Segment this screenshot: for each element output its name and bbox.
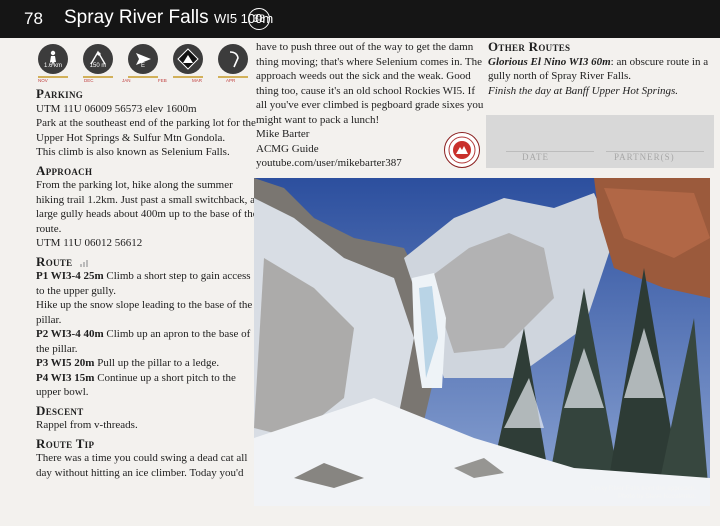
left-column: Parking UTM 11U 06009 56573 elev 1600m P… [36, 86, 258, 480]
route-photo: Spray River Falls from the approach. Pho… [254, 178, 710, 506]
month-label: NOV [38, 78, 48, 83]
date-label: DATE [522, 152, 549, 162]
page-number: 78 [24, 9, 43, 28]
descent-heading: Descent [36, 402, 84, 418]
signal-icon [79, 260, 88, 268]
route-title: Spray River Falls WI5 100m [64, 7, 273, 29]
approach-time-icon: 1.6 km [38, 44, 68, 74]
parking-alias: This climb is also known as Selenium Fal… [36, 146, 230, 158]
parking-utm: UTM 11U 06009 56573 elev 1600m [36, 102, 197, 115]
approach-heading: Approach [36, 162, 93, 178]
month-label: MAR [192, 78, 202, 83]
pitch-2: P2 WI3-4 40m Climb up an apron to the ba… [36, 328, 251, 355]
approach-text: From the parking lot, hike along the sum… [36, 179, 258, 235]
pitch-4: P4 WI3 15m Continue up a short pitch to … [36, 371, 236, 399]
pitch-3: P3 WI5 20m Pull up the pillar to a ledge… [36, 357, 220, 369]
logbook-box: DATE PARTNER(S) [486, 115, 714, 168]
route-tip-heading: Route Tip [36, 435, 95, 451]
parking-heading: Parking [36, 86, 84, 101]
month-label: APR [226, 78, 236, 83]
pitch-1: P1 WI3-4 25m Climb a short step to gain … [36, 270, 251, 297]
date-line [506, 151, 594, 152]
season-months: NOV DEC JAN FEB MAR APR [36, 78, 258, 86]
route-number-badge: 38 [248, 8, 270, 30]
photo-caption: Spray River Falls from the approach. Pho… [590, 485, 696, 500]
ice-axe-icon [218, 44, 248, 74]
other-route-entry: Glorious El Nino WI3 60m: an obscure rou… [488, 55, 709, 83]
parking-directions: Park at the southeast end of the parking… [36, 117, 256, 144]
other-routes-heading: Other Routes [488, 39, 571, 54]
route-heading: Route [36, 254, 258, 270]
route-tip-text-continued: have to push three out of the way to get… [256, 41, 484, 126]
month-label: DEC [84, 78, 94, 83]
aspect-icon: E [128, 44, 158, 74]
partners-label: PARTNER(S) [614, 152, 675, 162]
descent-text: Rappel from v-threads. [36, 419, 138, 431]
page-header: 78 Spray River Falls WI5 100m 38 [0, 0, 720, 38]
hiking-distance-icon: 150 m [83, 44, 113, 74]
route-tip-text-start: There was a time you could swing a dead … [36, 452, 248, 479]
approach-utm: UTM 11U 06012 56612 [36, 237, 143, 249]
right-column: Other Routes Glorious El Nino WI3 60m: a… [488, 39, 714, 98]
month-label: FEB [158, 78, 167, 83]
acmg-badge-icon [444, 132, 480, 168]
route-info-icons: 1.6 km 150 m E [38, 44, 253, 82]
other-routes-tip: Finish the day at Banff Upper Hot Spring… [488, 84, 679, 97]
month-label: JAN [122, 78, 131, 83]
avalanche-hazard-icon [173, 44, 203, 74]
pitch-hike: Hike up the snow slope leading to the ba… [36, 299, 253, 326]
photo-illustration [254, 178, 710, 506]
route-name: Spray River Falls [64, 7, 209, 28]
